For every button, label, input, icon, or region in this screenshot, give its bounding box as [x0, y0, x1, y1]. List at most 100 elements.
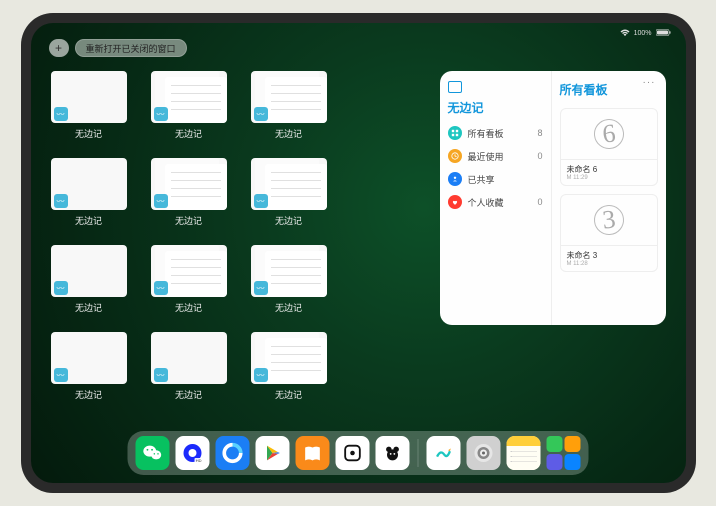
dock-notes-icon[interactable]: [507, 436, 541, 470]
thumbnail-label: 无边记: [175, 214, 202, 227]
thumbnail-label: 无边记: [175, 388, 202, 401]
thumbnail-label: 无边记: [75, 388, 102, 401]
board-card[interactable]: 6未命名 6M 11:29: [560, 108, 658, 186]
row-count: 0: [537, 151, 542, 161]
board-thumbnail: 3: [561, 195, 657, 245]
window-thumbnail[interactable]: 〰无边记: [51, 158, 127, 227]
freeform-app-icon: 〰: [154, 194, 168, 208]
dock-library-icon[interactable]: [547, 436, 581, 470]
sidebar-row-share[interactable]: 已共享: [448, 172, 543, 186]
thumbnail-label: 无边记: [275, 127, 302, 140]
more-icon[interactable]: ···: [643, 77, 656, 88]
dock: HD: [128, 431, 589, 475]
freeform-sidebar-panel: ··· 无边记 所有看板8最近使用0已共享个人收藏0 所有看板 6未命名 6M …: [440, 71, 666, 325]
dock-settings-icon[interactable]: [467, 436, 501, 470]
thumbnail-preview: 〰: [251, 332, 327, 384]
panel-left-column: 无边记 所有看板8最近使用0已共享个人收藏0: [440, 71, 552, 325]
freeform-app-icon: 〰: [154, 107, 168, 121]
window-thumbnail[interactable]: 〰无边记: [151, 71, 227, 140]
dock-dice-icon[interactable]: [336, 436, 370, 470]
row-count: 8: [537, 128, 542, 138]
panel-right-column: 所有看板 6未命名 6M 11:293未命名 3M 11:28: [552, 71, 666, 325]
window-thumbnail[interactable]: 〰无边记: [51, 71, 127, 140]
thumbnail-preview: 〰: [51, 332, 127, 384]
ipad-frame: 100% + 重新打开已关闭的窗口 〰无边记〰无边记〰无边记〰无边记〰无边记〰无…: [21, 13, 696, 493]
thumbnail-preview: 〰: [51, 245, 127, 297]
freeform-app-icon: 〰: [54, 107, 68, 121]
board-name: 未命名 6: [567, 164, 651, 175]
thumbnail-preview: 〰: [151, 158, 227, 210]
window-thumbnail[interactable]: 〰无边记: [51, 332, 127, 401]
board-timestamp: M 11:29: [567, 175, 651, 181]
window-thumbnail[interactable]: 〰无边记: [251, 332, 327, 401]
dock-quark-icon[interactable]: HD: [176, 436, 210, 470]
window-thumbnail[interactable]: 〰无边记: [51, 245, 127, 314]
freeform-app-icon: 〰: [254, 368, 268, 382]
dock-play-icon[interactable]: [256, 436, 290, 470]
thumbnail-label: 无边记: [175, 301, 202, 314]
thumbnail-preview: 〰: [151, 332, 227, 384]
board-timestamp: M 11:28: [567, 261, 651, 267]
app-expose-grid: 〰无边记〰无边记〰无边记〰无边记〰无边记〰无边记〰无边记〰无边记〰无边记〰无边记…: [51, 71, 420, 425]
sidebar-toggle-icon[interactable]: [448, 81, 462, 93]
freeform-app-icon: 〰: [254, 281, 268, 295]
status-bar: 100%: [620, 29, 672, 38]
thumbnail-label: 无边记: [75, 301, 102, 314]
thumbnail-label: 无边记: [275, 388, 302, 401]
thumbnail-preview: 〰: [251, 71, 327, 123]
dock-separator: [418, 439, 419, 467]
dock-browser-icon[interactable]: [216, 436, 250, 470]
freeform-app-icon: 〰: [154, 368, 168, 382]
row-label: 最近使用: [468, 150, 532, 163]
freeform-app-icon: 〰: [254, 194, 268, 208]
sidebar-row-heart[interactable]: 个人收藏 0: [448, 195, 543, 209]
top-toolbar: + 重新打开已关闭的窗口: [49, 39, 187, 57]
thumbnail-preview: 〰: [251, 245, 327, 297]
thumbnail-preview: 〰: [251, 158, 327, 210]
board-meta: 未命名 3M 11:28: [561, 245, 657, 271]
freeform-app-icon: 〰: [154, 281, 168, 295]
board-name: 未命名 3: [567, 250, 651, 261]
window-thumbnail[interactable]: 〰无边记: [151, 158, 227, 227]
board-card[interactable]: 3未命名 3M 11:28: [560, 194, 658, 272]
reopen-label: 重新打开已关闭的窗口: [86, 42, 176, 55]
thumbnail-preview: 〰: [51, 158, 127, 210]
window-thumbnail[interactable]: 〰无边记: [251, 71, 327, 140]
window-thumbnail[interactable]: 〰无边记: [151, 245, 227, 314]
clock-icon: [448, 149, 462, 163]
freeform-app-icon: 〰: [254, 107, 268, 121]
thumbnail-label: 无边记: [175, 127, 202, 140]
freeform-app-icon: 〰: [54, 281, 68, 295]
row-label: 个人收藏: [468, 196, 532, 209]
window-thumbnail[interactable]: 〰无边记: [151, 332, 227, 401]
dock-bear-icon[interactable]: [376, 436, 410, 470]
row-label: 所有看板: [468, 127, 532, 140]
dock-wechat-icon[interactable]: [136, 436, 170, 470]
sidebar-row-clock[interactable]: 最近使用 0: [448, 149, 543, 163]
thumbnail-label: 无边记: [75, 127, 102, 140]
window-thumbnail[interactable]: 〰无边记: [251, 245, 327, 314]
row-count: 0: [537, 197, 542, 207]
thumbnail-label: 无边记: [275, 301, 302, 314]
plus-icon: +: [55, 41, 62, 55]
dock-books-icon[interactable]: [296, 436, 330, 470]
reopen-closed-window-button[interactable]: 重新打开已关闭的窗口: [75, 39, 187, 57]
thumbnail-preview: 〰: [51, 71, 127, 123]
new-window-button[interactable]: +: [49, 39, 69, 57]
row-label: 已共享: [468, 173, 537, 186]
thumbnail-label: 无边记: [75, 214, 102, 227]
freeform-app-icon: 〰: [54, 194, 68, 208]
thumbnail-label: 无边记: [275, 214, 302, 227]
board-meta: 未命名 6M 11:29: [561, 159, 657, 185]
board-thumbnail: 6: [561, 109, 657, 159]
window-thumbnail[interactable]: 〰无边记: [251, 158, 327, 227]
freeform-app-icon: 〰: [54, 368, 68, 382]
thumbnail-preview: 〰: [151, 71, 227, 123]
thumbnail-preview: 〰: [151, 245, 227, 297]
dock-freeform-icon[interactable]: [427, 436, 461, 470]
grid-icon: [448, 126, 462, 140]
battery-percent: 100%: [634, 30, 652, 37]
sidebar-row-grid[interactable]: 所有看板 8: [448, 126, 543, 140]
battery-icon: [656, 29, 672, 38]
share-icon: [448, 172, 462, 186]
